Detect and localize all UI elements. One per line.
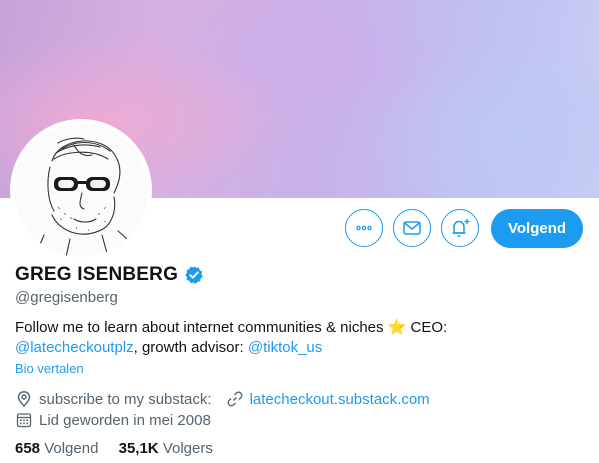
more-icon — [356, 225, 372, 231]
message-button[interactable] — [393, 209, 431, 247]
bio-text-2: CEO: — [406, 319, 448, 336]
profile-stats: 658 Volgend 35,1K Volgers — [15, 440, 213, 457]
avatar-sketch — [14, 123, 148, 257]
avatar[interactable] — [10, 119, 152, 261]
bio-text-3: , growth advisor: — [133, 339, 248, 356]
following-stat[interactable]: 658 Volgend — [15, 440, 98, 457]
followers-label: Volgers — [162, 440, 213, 457]
profile-location: subscribe to my substack: latecheckout.s… — [15, 390, 430, 408]
bell-plus-icon — [452, 219, 470, 237]
location-pin-icon — [17, 391, 31, 407]
bio-mention-tiktok[interactable]: @tiktok_us — [248, 339, 322, 356]
website-link[interactable]: latecheckout.substack.com — [250, 391, 430, 408]
followers-count: 35,1K — [118, 440, 159, 457]
profile-handle: @gregisenberg — [15, 289, 118, 306]
envelope-icon — [403, 221, 421, 235]
bio-mention-latecheckoutplz[interactable]: @latecheckoutplz — [15, 339, 134, 356]
joined-text: Lid geworden in mei 2008 — [39, 411, 211, 429]
following-button[interactable]: Volgend — [491, 209, 583, 248]
profile-bio: Follow me to learn about internet commun… — [15, 318, 585, 358]
following-label: Volgend — [44, 440, 99, 457]
profile-name: GREG ISENBERG — [15, 264, 204, 286]
notifications-button[interactable] — [441, 209, 479, 247]
verified-badge-icon[interactable] — [184, 265, 204, 285]
profile-joined: Lid geworden in mei 2008 — [15, 411, 211, 429]
following-count: 658 — [15, 440, 41, 457]
location-text: subscribe to my substack: — [39, 390, 212, 408]
calendar-icon — [16, 413, 32, 428]
more-options-button[interactable] — [345, 209, 383, 247]
link-icon — [227, 391, 243, 407]
translate-bio-link[interactable]: Bio vertalen — [15, 361, 84, 376]
bio-text-1: Follow me to learn about internet commun… — [15, 319, 388, 336]
star-emoji: ⭐ — [387, 319, 407, 336]
profile-name-text: GREG ISENBERG — [15, 264, 179, 285]
followers-stat[interactable]: 35,1K Volgers — [119, 440, 213, 457]
